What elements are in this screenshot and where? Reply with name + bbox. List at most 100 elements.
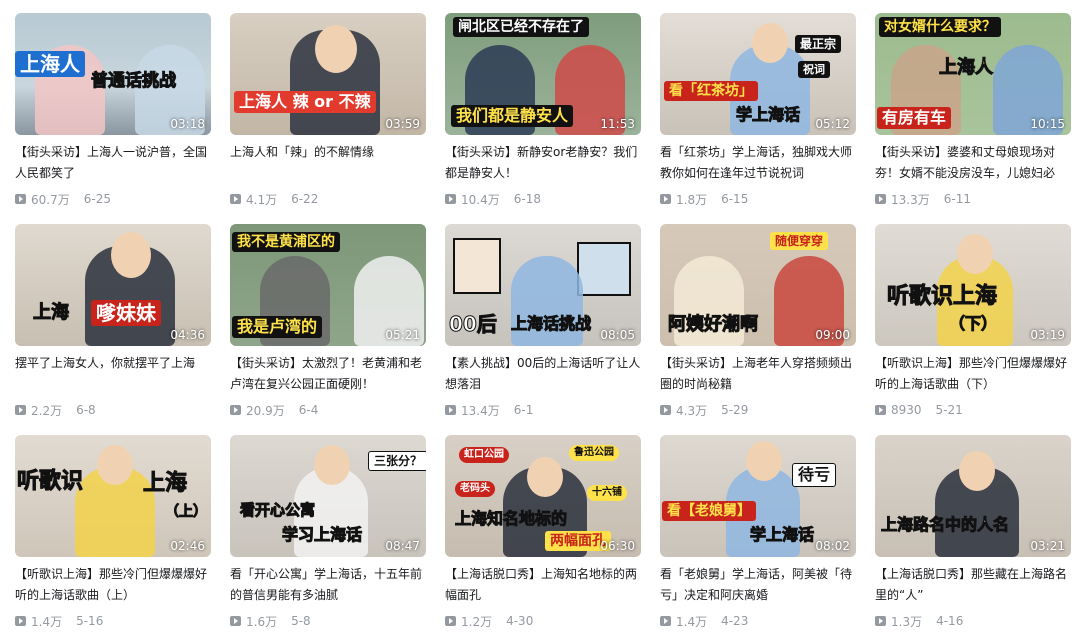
publish-date: 6-15 [721,192,749,206]
view-count: 1.2万 [461,614,493,629]
publish-date: 6-4 [298,403,319,417]
view-count: 60.7万 [31,192,70,207]
video-title[interactable]: 【听歌识上海】那些冷门但爆爆爆好听的上海话歌曲（上） [15,564,211,606]
publish-date: 4-30 [506,614,534,628]
thumbnail-caption: 学上海话 [735,105,801,124]
view-count: 1.4万 [676,614,708,629]
video-meta: 1.2万 4-30 [445,613,641,629]
video-meta: 1.4万 5-16 [15,613,211,629]
video-card[interactable]: 三张分？ 看开心公寓 学习上海话 08:47 看「开心公寓」学上海话，十五年前的… [230,435,426,633]
video-thumbnail[interactable]: 我不是黄浦区的 我是卢湾的 05:21 [230,224,426,346]
video-card[interactable]: 对女婿什么要求？ 上海人 有房有车 10:15 【街头采访】婆婆和丈母娘现场对夯… [875,13,1071,213]
video-card[interactable]: 随便穿穿 阿姨好潮啊 09:00 【街头采访】上海老年人穿搭频频出圈的时尚秘籍 … [660,224,856,424]
video-title[interactable]: 【听歌识上海】那些冷门但爆爆爆好听的上海话歌曲（下） [875,353,1071,395]
video-card[interactable]: 上海路名中的人名 03:21 【上海话脱口秀】那些藏在上海路名里的“人” 1.3… [875,435,1071,633]
play-count-icon [660,405,671,415]
thumbnail-figure [111,232,151,278]
video-title[interactable]: 【上海话脱口秀】上海知名地标的两幅面孔 [445,564,641,606]
video-card[interactable]: 听歌识 上海 （上） 02:46 【听歌识上海】那些冷门但爆爆爆好听的上海话歌曲… [15,435,211,633]
video-title[interactable]: 【街头采访】上海老年人穿搭频频出圈的时尚秘籍 [660,353,856,395]
video-meta: 13.4万 6-1 [445,402,641,418]
video-duration: 05:21 [385,328,420,342]
publish-date: 4-23 [721,614,749,628]
video-duration: 06:30 [600,539,635,553]
video-duration: 08:05 [600,328,635,342]
play-count-icon [15,405,26,415]
video-title[interactable]: 【街头采访】新静安or老静安？我们都是静安人！ [445,142,641,184]
video-thumbnail[interactable]: 闸北区已经不存在了 我们都是静安人 11:53 [445,13,641,135]
video-thumbnail[interactable]: 上海路名中的人名 03:21 [875,435,1071,557]
view-count: 13.4万 [461,403,500,418]
publish-date: 4-16 [936,614,964,628]
video-thumbnail[interactable]: 00后 上海话挑战 08:05 [445,224,641,346]
video-duration: 11:53 [600,117,635,131]
publish-date: 5-21 [935,403,963,417]
video-card[interactable]: 闸北区已经不存在了 我们都是静安人 11:53 【街头采访】新静安or老静安？我… [445,13,641,213]
video-duration: 10:15 [1030,117,1065,131]
video-card[interactable]: 上海 嗲妹妹 04:36 摆平了上海女人，你就摆平了上海 2.2万 6-8 [15,224,211,424]
video-title[interactable]: 【街头采访】太激烈了！老黄浦和老卢湾在复兴公园正面硬刚！ [230,353,426,395]
thumbnail-caption: 阿姨好潮啊 [668,314,759,335]
play-count-icon [15,616,26,626]
publish-date: 5-8 [291,614,311,628]
video-meta: 1.6万 5-8 [230,613,426,629]
thumbnail-figure [97,445,133,485]
video-thumbnail[interactable]: 最正宗 祝词 看「红茶坊」 学上海话 05:12 [660,13,856,135]
video-thumbnail[interactable]: 听歌识 上海 （上） 02:46 [15,435,211,557]
video-title[interactable]: 看「开心公寓」学上海话，十五年前的普信男能有多油腻 [230,564,426,606]
video-thumbnail[interactable]: 随便穿穿 阿姨好潮啊 09:00 [660,224,856,346]
video-card[interactable]: 虹口公园 鲁迅公园 老码头 十六铺 上海知名地标的 两幅面孔 06:30 【上海… [445,435,641,633]
video-title[interactable]: 摆平了上海女人，你就摆平了上海 [15,353,211,395]
thumbnail-caption: 对女婿什么要求？ [879,17,1001,37]
thumbnail-caption: （下） [948,314,998,333]
view-count: 10.4万 [461,192,500,207]
video-thumbnail[interactable]: 听歌识上海 （下） 03:19 [875,224,1071,346]
video-card[interactable]: 待亏 看【老娘舅】 学上海话 08:02 看「老娘舅」学上海话，阿美被「待亏」决… [660,435,856,633]
view-count: 1.4万 [31,614,63,629]
video-card[interactable]: 我不是黄浦区的 我是卢湾的 05:21 【街头采访】太激烈了！老黄浦和老卢湾在复… [230,224,426,424]
video-thumbnail[interactable]: 上海人 辣 or 不辣 03:59 [230,13,426,135]
video-title[interactable]: 【素人挑战】00后的上海话听了让人想落泪 [445,353,641,395]
video-thumbnail[interactable]: 待亏 看【老娘舅】 学上海话 08:02 [660,435,856,557]
thumbnail-caption: 有房有车 [877,107,952,129]
video-title[interactable]: 【上海话脱口秀】那些藏在上海路名里的“人” [875,564,1071,606]
video-card[interactable]: 00后 上海话挑战 08:05 【素人挑战】00后的上海话听了让人想落泪 13.… [445,224,641,424]
video-meta: 8930 5-21 [875,402,1071,418]
video-card[interactable]: 上海人 辣 or 不辣 03:59 上海人和「辣」的不解情缘 4.1万 6-22 [230,13,426,213]
video-title[interactable]: 【街头采访】婆婆和丈母娘现场对夯！女婿不能没房没车，儿媳妇必 [875,142,1071,184]
thumbnail-caption: 看开心公寓 [239,501,316,519]
video-thumbnail[interactable]: 三张分？ 看开心公寓 学习上海话 08:47 [230,435,426,557]
video-thumbnail[interactable]: 上海 嗲妹妹 04:36 [15,224,211,346]
video-title[interactable]: 上海人和「辣」的不解情缘 [230,142,426,184]
thumbnail-caption: 上海知名地标的 [454,509,568,528]
view-count: 1.8万 [676,192,708,207]
video-title[interactable]: 看「红茶坊」学上海话，独脚戏大师教你如何在逢年过节说祝词 [660,142,856,184]
play-count-icon [660,194,671,204]
thumbnail-caption: 嗲妹妹 [91,300,161,326]
thumbnail-caption: 最正宗 [795,35,842,53]
video-duration: 03:18 [170,117,205,131]
video-duration: 05:12 [815,117,850,131]
publish-date: 6-8 [76,403,96,417]
video-thumbnail[interactable]: 上海人 普通话挑战 03:18 [15,13,211,135]
play-count-icon [875,405,886,415]
video-card[interactable]: 听歌识上海 （下） 03:19 【听歌识上海】那些冷门但爆爆爆好听的上海话歌曲（… [875,224,1071,424]
play-count-icon [660,616,671,626]
video-thumbnail[interactable]: 虹口公园 鲁迅公园 老码头 十六铺 上海知名地标的 两幅面孔 06:30 [445,435,641,557]
thumbnail-caption: 看【老娘舅】 [662,501,756,521]
view-count: 1.3万 [891,614,923,629]
video-card[interactable]: 上海人 普通话挑战 03:18 【街头采访】上海人一说沪普，全国人民都笑了 60… [15,13,211,213]
thumbnail-caption: 上海话挑战 [510,314,592,333]
video-meta: 60.7万 6-25 [15,191,211,207]
thumbnail-figure [959,451,995,491]
video-title[interactable]: 【街头采访】上海人一说沪普，全国人民都笑了 [15,142,211,184]
thumbnail-caption: 上海人 [15,51,85,77]
play-count-icon [445,194,456,204]
video-meta: 10.4万 6-18 [445,191,641,207]
video-title[interactable]: 看「老娘舅」学上海话，阿美被「待亏」决定和阿庆离婚 [660,564,856,606]
video-grid: 上海人 普通话挑战 03:18 【街头采访】上海人一说沪普，全国人民都笑了 60… [0,0,1080,633]
thumbnail-caption: 普通话挑战 [91,71,177,91]
video-thumbnail[interactable]: 对女婿什么要求？ 上海人 有房有车 10:15 [875,13,1071,135]
video-meta: 2.2万 6-8 [15,402,211,418]
video-card[interactable]: 最正宗 祝词 看「红茶坊」 学上海话 05:12 看「红茶坊」学上海话，独脚戏大… [660,13,856,213]
